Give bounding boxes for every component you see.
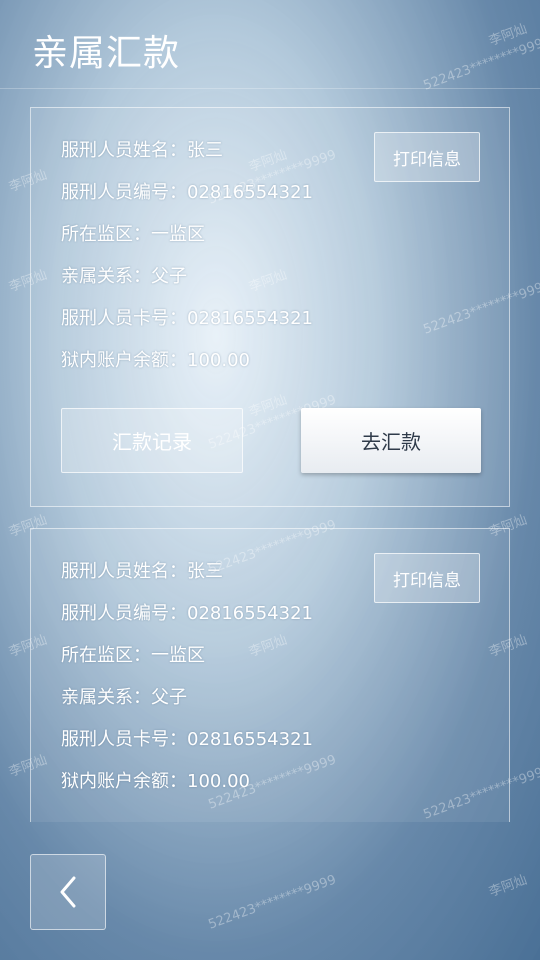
- print-info-button[interactable]: 打印信息: [374, 553, 480, 603]
- inmate-card-number: 服刑人员卡号：02816554321: [61, 308, 313, 329]
- relationship: 亲属关系：父子: [61, 687, 187, 708]
- account-balance: 狱内账户余额：100.00: [61, 771, 250, 792]
- prison-area: 所在监区：一监区: [61, 645, 205, 666]
- inmate-card: 服刑人员姓名：张三 服刑人员编号：02816554321 所在监区：一监区 亲属…: [30, 107, 510, 507]
- remit-records-button[interactable]: 汇款记录: [61, 408, 243, 473]
- inmate-card: 服刑人员姓名：张三 服刑人员编号：02816554321 所在监区：一监区 亲属…: [30, 528, 510, 822]
- account-balance: 狱内账户余额：100.00: [61, 350, 250, 371]
- watermark-number: 522423********9999: [421, 33, 540, 94]
- print-info-button[interactable]: 打印信息: [374, 132, 480, 182]
- watermark-name: 李阿灿: [487, 872, 530, 901]
- page-title: 亲属汇款: [32, 33, 181, 74]
- inmate-number: 服刑人员编号：02816554321: [61, 182, 313, 203]
- go-remit-button[interactable]: 去汇款: [301, 408, 481, 473]
- inmate-card-number: 服刑人员卡号：02816554321: [61, 729, 313, 750]
- prison-area: 所在监区：一监区: [61, 224, 205, 245]
- divider: [0, 88, 540, 89]
- watermark-number: 522423********9999: [206, 872, 339, 933]
- watermark-name: 李阿灿: [487, 21, 530, 50]
- chevron-left-icon: [60, 876, 76, 908]
- relationship: 亲属关系：父子: [61, 266, 187, 287]
- inmate-name: 服刑人员姓名：张三: [61, 561, 223, 582]
- inmate-number: 服刑人员编号：02816554321: [61, 603, 313, 624]
- back-button[interactable]: [30, 854, 106, 930]
- inmate-name: 服刑人员姓名：张三: [61, 140, 223, 161]
